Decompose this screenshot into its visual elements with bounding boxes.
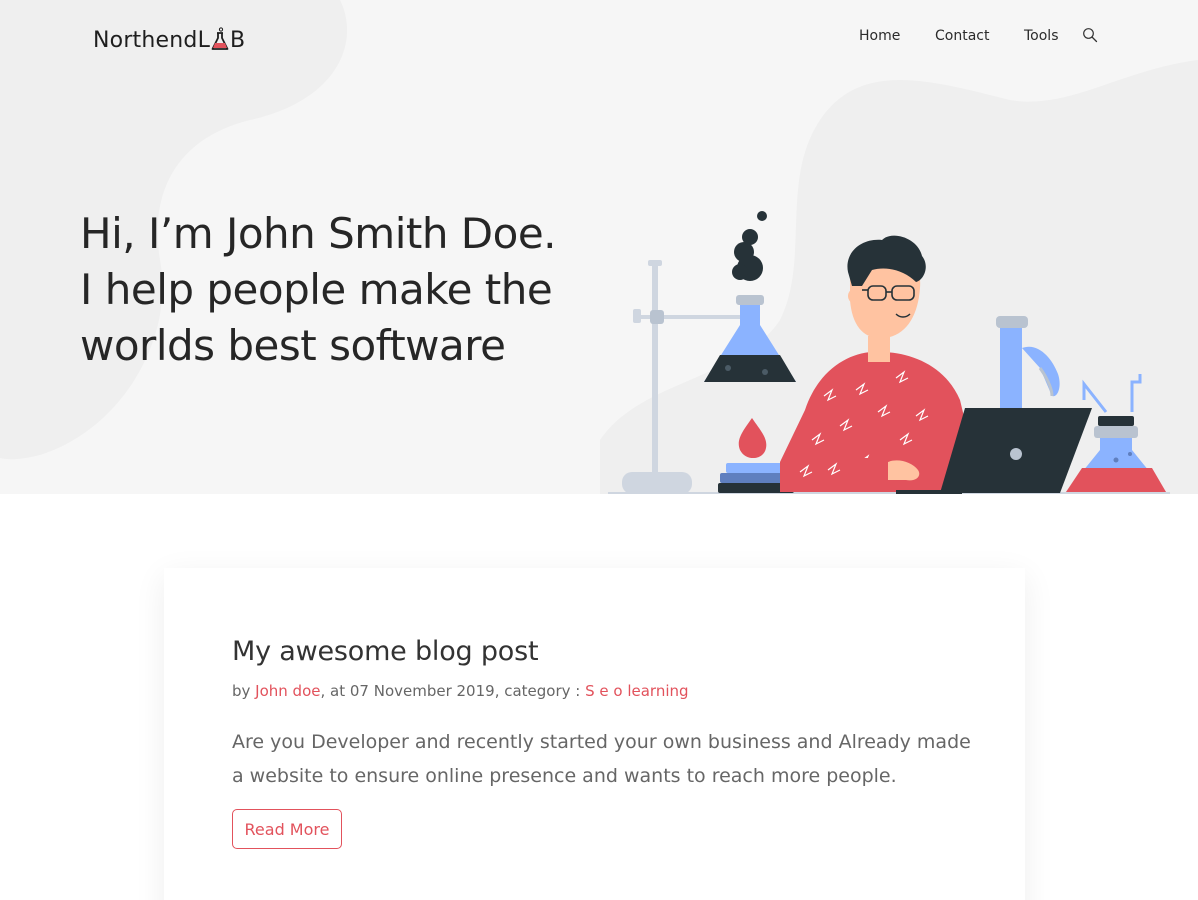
nav-tools[interactable]: Tools — [1024, 28, 1059, 44]
hero-title: Hi, I’m John Smith Doe. I help people ma… — [80, 206, 640, 374]
hero-title-line-2: I help people make the — [80, 265, 553, 314]
hero-title-line-3: worlds best software — [80, 321, 506, 370]
hero-title-line-1: Hi, I’m John Smith Doe. — [80, 209, 557, 258]
flask-logo-icon — [211, 27, 229, 50]
site-logo[interactable]: NorthendL B — [93, 22, 245, 58]
post-meta-prefix: by — [232, 682, 256, 700]
post-title[interactable]: My awesome blog post — [232, 636, 539, 667]
blog-post-card: My awesome blog post by John doe, at 07 … — [164, 568, 1025, 900]
read-more-button[interactable]: Read More — [232, 809, 342, 849]
search-icon[interactable] — [1082, 27, 1098, 43]
logo-text-right: B — [230, 27, 246, 53]
hero-section: NorthendL B Home Contact Tools Hi, I’m J… — [0, 0, 1198, 494]
post-meta: by John doe, at 07 November 2019, catego… — [232, 682, 689, 700]
post-author-link[interactable]: John doe — [255, 682, 320, 700]
page: NorthendL B Home Contact Tools Hi, I’m J… — [0, 0, 1198, 900]
logo-text-left: NorthendL — [93, 27, 211, 53]
nav-contact[interactable]: Contact — [935, 28, 989, 44]
developer-lab-illustration — [608, 211, 1170, 494]
post-excerpt: Are you Developer and recently started y… — [232, 731, 971, 787]
post-category-link[interactable]: S e o learning — [585, 682, 688, 700]
nav-home[interactable]: Home — [859, 28, 900, 44]
post-meta-date: , at 07 November 2019, category : — [320, 682, 586, 700]
